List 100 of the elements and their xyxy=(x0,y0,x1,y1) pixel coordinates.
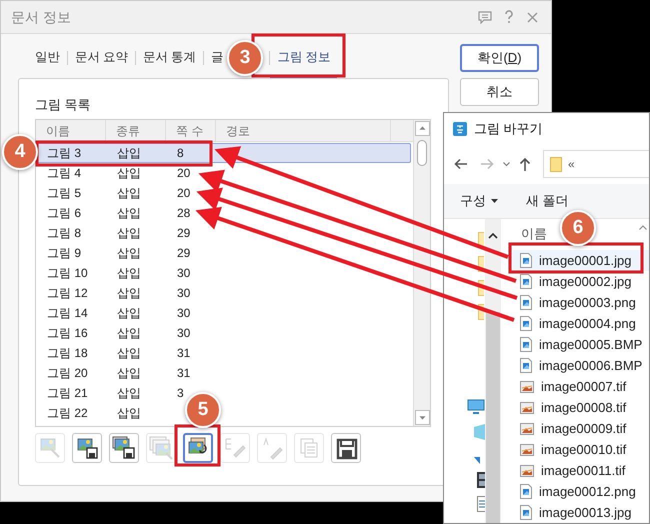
page-number: 8 xyxy=(176,145,185,162)
organize-menu[interactable]: 구성 xyxy=(460,191,498,211)
dialog-button[interactable]: 취소 xyxy=(460,78,539,106)
tab[interactable]: 문서 통계 xyxy=(136,40,203,78)
list-row[interactable]: 그림 4 삽입 20 xyxy=(36,163,192,183)
column-header[interactable]: 경로 xyxy=(226,124,250,138)
tab[interactable]: 일반 xyxy=(28,40,67,78)
address-bar[interactable]: « xyxy=(543,150,649,178)
help-icon[interactable] xyxy=(504,10,514,24)
file-name: image00002.jpg xyxy=(539,272,632,291)
scrollbar-thumb[interactable] xyxy=(417,140,427,166)
list-row[interactable]: 그림 14 삽입 30 xyxy=(36,303,192,323)
list-row[interactable]: 그림 6 삽입 28 xyxy=(36,203,192,223)
highlight-frame xyxy=(174,424,220,466)
close-icon[interactable] xyxy=(527,12,538,22)
back-icon[interactable] xyxy=(454,158,468,170)
computer-icon[interactable] xyxy=(467,399,485,414)
file-name: image00007.tif xyxy=(541,378,626,396)
list-row[interactable]: 그림 10 삽입 30 xyxy=(36,263,192,283)
list-row[interactable]: 그림 12 삽입 30 xyxy=(36,283,192,303)
toolbar-button[interactable] xyxy=(331,433,361,463)
page-number: 30 xyxy=(176,285,190,302)
folder-icon xyxy=(550,156,562,172)
picture-name: 그림 6 xyxy=(46,205,82,222)
path-text: « xyxy=(568,156,575,174)
picture-type: 삽입 xyxy=(116,245,142,262)
sort-icon[interactable] xyxy=(639,225,647,230)
list-row[interactable]: 그림 18 삽입 31 xyxy=(36,343,192,363)
file-item[interactable]: image00009.tif xyxy=(510,418,649,439)
picture-file-icon xyxy=(520,444,534,456)
picture-type: 삽입 xyxy=(116,165,142,182)
file-item[interactable]: image00005.BMP xyxy=(510,334,649,355)
file-item[interactable]: image00008.tif xyxy=(510,397,649,418)
page-number: 28 xyxy=(176,205,190,222)
file-item[interactable]: image00003.png xyxy=(510,292,649,313)
file-name: image00005.BMP xyxy=(539,336,642,354)
document-icon[interactable] xyxy=(477,496,485,512)
list-row[interactable]: 그림 20 삽입 31 xyxy=(36,363,192,383)
picture-name: 그림 3 xyxy=(46,145,82,162)
window-title: 그림 바꾸기 xyxy=(474,120,543,138)
file-item[interactable]: image00006.BMP xyxy=(510,355,649,376)
images-icon xyxy=(148,435,174,461)
scroll-up-icon[interactable] xyxy=(488,232,498,239)
file-name: image00006.BMP xyxy=(539,356,642,375)
file-item[interactable]: image00013.jpg xyxy=(510,502,649,523)
picture-type: 삽입 xyxy=(116,185,142,202)
file-item[interactable]: image00011.tif xyxy=(510,460,649,481)
list-row[interactable]: 그림 3 삽입 8 xyxy=(36,143,411,163)
page-number: 20 xyxy=(176,185,190,202)
image-file-icon xyxy=(520,358,532,373)
picture-name: 그림 14 xyxy=(46,305,89,322)
file-item[interactable]: image00007.tif xyxy=(510,376,649,397)
tab[interactable]: 글 xyxy=(204,40,224,78)
file-item[interactable]: image00001.jpg xyxy=(510,250,649,271)
picture-type: 삽입 xyxy=(116,345,142,362)
file-name: image00004.png xyxy=(539,314,636,333)
image-file-icon xyxy=(520,295,532,310)
list-row[interactable]: 그림 21 삽입 3 xyxy=(36,383,185,403)
new-folder-button[interactable]: 새 폴더 xyxy=(526,191,569,211)
section-title: 그림 목록 xyxy=(35,96,92,114)
list-row[interactable]: 그림 22 삽입 xyxy=(36,403,168,423)
toolbar-button[interactable] xyxy=(183,433,213,463)
column-header[interactable]: 쪽 수 xyxy=(176,124,204,138)
forward-icon[interactable] xyxy=(480,158,494,170)
file-name: image00011.tif xyxy=(541,462,626,480)
list-row[interactable]: 그림 5 삽입 20 xyxy=(36,183,192,203)
column-header[interactable]: 이름 xyxy=(521,226,547,241)
column-header[interactable]: 이름 xyxy=(46,124,70,138)
picture-name: 그림 21 xyxy=(46,385,89,402)
picture-name: 그림 18 xyxy=(46,345,89,362)
picture-name: 그림 10 xyxy=(46,265,89,282)
picture-type: 삽입 xyxy=(116,385,142,402)
picture-type: 삽입 xyxy=(116,365,142,382)
page-number: 3 xyxy=(176,385,184,402)
file-item[interactable]: image00002.jpg xyxy=(510,271,649,292)
scroll-down-icon[interactable] xyxy=(414,410,430,425)
film-icon[interactable] xyxy=(477,472,485,488)
picture-type: 삽입 xyxy=(116,225,142,242)
picture-name: 그림 8 xyxy=(46,225,82,242)
file-name: image00010.tif xyxy=(541,440,626,459)
list-row[interactable]: 그림 9 삽입 29 xyxy=(36,243,192,263)
up-icon[interactable] xyxy=(519,157,531,172)
dialog-button[interactable]: 확인(D) xyxy=(460,44,539,72)
picture-name: 그림 16 xyxy=(46,325,89,342)
picture-name: 그림 12 xyxy=(46,285,89,302)
toolbar-button[interactable] xyxy=(72,433,102,463)
picture-type: 삽입 xyxy=(116,145,142,162)
scrollbar-thumb[interactable] xyxy=(486,312,500,523)
page-number: 31 xyxy=(176,345,190,362)
picture-name: 그림 5 xyxy=(46,185,82,202)
file-item[interactable]: image00004.png xyxy=(510,313,649,334)
feedback-icon[interactable] xyxy=(478,10,492,24)
file-item[interactable]: image00012.png xyxy=(510,481,649,502)
column-header[interactable]: 종류 xyxy=(116,124,140,138)
list-row[interactable]: 그림 8 삽입 29 xyxy=(36,223,192,243)
list-row[interactable]: 그림 16 삽입 30 xyxy=(36,323,192,343)
file-item[interactable]: image00010.tif xyxy=(510,439,649,460)
tab[interactable]: 문서 요약 xyxy=(68,40,135,78)
toolbar-button[interactable] xyxy=(109,433,139,463)
chevron-down-icon[interactable] xyxy=(503,162,510,167)
